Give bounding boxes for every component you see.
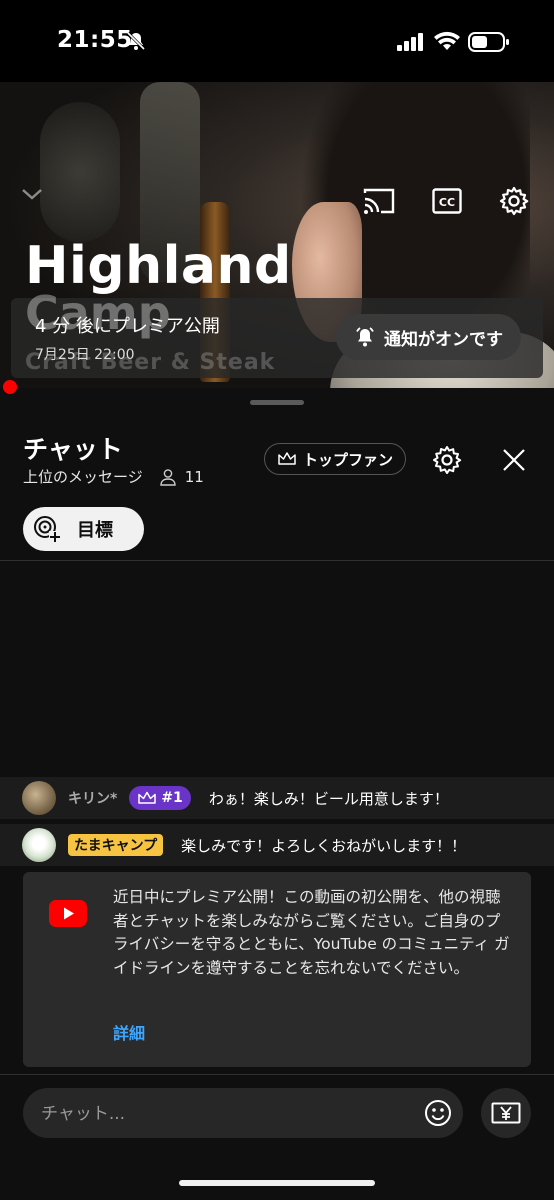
target-add-icon xyxy=(34,516,61,543)
bell-ringing-icon xyxy=(356,327,374,347)
svg-text:CC: CC xyxy=(439,196,455,209)
crown-icon xyxy=(278,452,296,465)
message-text: わぁ！楽しみ！ビール用意します！ xyxy=(208,789,449,808)
notify-button[interactable]: 通知がオンです xyxy=(336,314,521,360)
divider xyxy=(0,560,554,561)
status-time: 21:55 xyxy=(57,27,133,53)
status-bar: 21:55 xyxy=(0,0,554,82)
divider xyxy=(0,1074,554,1075)
chat-mode-selector[interactable]: 上位のメッセージ 11 xyxy=(23,466,204,487)
captions-icon[interactable]: CC xyxy=(432,188,462,214)
video-progress-handle[interactable] xyxy=(3,380,17,394)
cellular-signal-icon xyxy=(397,33,423,51)
notify-button-label: 通知がオンです xyxy=(384,329,503,350)
bell-off-icon xyxy=(126,31,146,51)
chat-message-row[interactable]: たまキャンプ 楽しみです！よろしくおねがいします！！ xyxy=(0,824,554,866)
cast-icon[interactable] xyxy=(363,187,395,215)
close-icon[interactable] xyxy=(502,448,526,472)
avatar[interactable] xyxy=(22,781,56,815)
chevron-down-icon[interactable] xyxy=(20,186,44,202)
chat-mode-label: 上位のメッセージ xyxy=(23,468,143,486)
premiere-datetime: 7月25日 22:00 xyxy=(35,347,135,363)
chat-title: チャット xyxy=(23,435,123,464)
member-author-badge[interactable]: たまキャンプ xyxy=(68,834,164,856)
premiere-notice-card: 近日中にプレミア公開！この動画の初公開を、他の視聴者とチャットを楽しみながらご覧… xyxy=(23,872,531,1067)
video-background-light xyxy=(40,102,120,242)
avatar[interactable] xyxy=(22,828,56,862)
panel-drag-handle[interactable] xyxy=(250,400,304,405)
top-fan-button[interactable]: トップファン xyxy=(264,443,406,475)
message-author[interactable]: キリン* xyxy=(68,788,117,808)
chat-input[interactable] xyxy=(39,1088,413,1140)
top-fan-rank-badge: #1 xyxy=(129,786,191,810)
crown-icon xyxy=(138,791,157,804)
settings-gear-icon[interactable] xyxy=(498,185,530,217)
person-icon xyxy=(160,468,176,486)
premiere-countdown: 4 分 後にプレミア公開 xyxy=(35,316,220,337)
chat-input-container[interactable] xyxy=(23,1088,463,1140)
yen-money-icon xyxy=(491,1102,521,1124)
youtube-logo-icon xyxy=(49,900,87,927)
notice-text: 近日中にプレミア公開！この動画の初公開を、他の視聴者とチャットを楽しみながらご覧… xyxy=(113,888,510,977)
premiere-info-bar: Camp Craft Beer & Steak 4 分 後にプレミア公開 7月2… xyxy=(11,286,543,378)
home-indicator[interactable] xyxy=(179,1180,375,1186)
battery-icon xyxy=(468,32,509,52)
viewer-count: 11 xyxy=(184,467,204,486)
top-fan-label: トップファン xyxy=(302,450,393,469)
emoji-icon[interactable] xyxy=(424,1099,452,1127)
goal-button-label: 目標 xyxy=(77,520,113,541)
goal-button[interactable]: 目標 xyxy=(23,507,144,551)
chat-message-row[interactable]: キリン* #1 わぁ！楽しみ！ビール用意します！ xyxy=(0,777,554,819)
wifi-icon xyxy=(434,31,460,50)
learn-more-link[interactable]: 詳細 xyxy=(113,1020,145,1044)
message-text: 楽しみです！よろしくおねがいします！！ xyxy=(181,836,467,855)
super-chat-button[interactable] xyxy=(481,1088,531,1138)
rank-label: #1 xyxy=(161,790,183,806)
chat-settings-gear-icon[interactable] xyxy=(431,444,463,476)
